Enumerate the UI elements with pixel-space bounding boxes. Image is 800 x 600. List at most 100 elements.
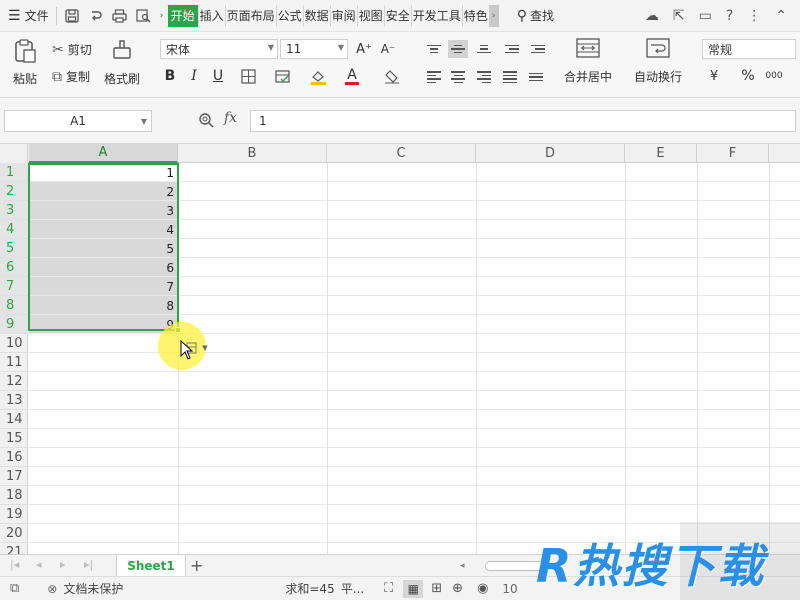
sheet-nav-next-icon[interactable]: ▸	[60, 558, 66, 571]
row-header-4[interactable]: 4	[0, 220, 28, 239]
row-header-5[interactable]: 5	[0, 239, 28, 258]
align-center-icon[interactable]	[448, 68, 468, 86]
tab-home[interactable]: 开始	[167, 4, 199, 27]
sheet-nav-last-icon[interactable]: ▸|	[84, 558, 93, 571]
align-middle-icon[interactable]	[448, 40, 468, 58]
add-sheet-button[interactable]: +	[190, 556, 203, 575]
cut-button[interactable]: ✂ 剪切	[52, 41, 92, 58]
row-header-8[interactable]: 8	[0, 296, 28, 315]
underline-button[interactable]: U	[208, 66, 228, 86]
row-header-14[interactable]: 14	[0, 410, 28, 429]
template-icon[interactable]: ▭	[699, 8, 712, 24]
zoom-formula-icon[interactable]	[198, 112, 214, 132]
select-all-corner[interactable]	[0, 144, 28, 163]
row-header-1[interactable]: 1	[0, 163, 28, 182]
row-header-10[interactable]: 10	[0, 334, 28, 353]
row-header-7[interactable]: 7	[0, 277, 28, 296]
sheet-nav-prev-icon[interactable]: ◂	[36, 558, 42, 571]
tab-developer[interactable]: 开发工具	[412, 4, 463, 27]
row-header-9[interactable]: 9	[0, 315, 28, 334]
tab-special[interactable]: 特色	[463, 5, 489, 27]
print-icon[interactable]	[110, 6, 130, 26]
tab-insert[interactable]: 插入	[199, 4, 226, 27]
collapse-ribbon-icon[interactable]: ⌃	[775, 8, 787, 24]
decrease-indent-icon[interactable]	[502, 40, 522, 58]
decrease-font-icon[interactable]: A⁻	[378, 39, 398, 59]
bold-button[interactable]: B	[160, 66, 180, 86]
increase-indent-icon[interactable]	[528, 40, 548, 58]
scroll-left-icon[interactable]: ◂	[460, 561, 465, 571]
row-header-6[interactable]: 6	[0, 258, 28, 277]
paste-button[interactable]: 粘贴	[8, 38, 42, 92]
tabs-more-icon[interactable]: ›	[488, 4, 499, 27]
column-header-f[interactable]: F	[697, 144, 769, 163]
column-header-b[interactable]: B	[178, 144, 327, 163]
page-break-view-icon[interactable]: ⊕	[452, 581, 463, 596]
row-header-20[interactable]: 20	[0, 524, 28, 543]
print-preview-icon[interactable]	[134, 6, 154, 26]
row-header-11[interactable]: 11	[0, 353, 28, 372]
justify-icon[interactable]	[500, 68, 520, 86]
font-name-select[interactable]: 宋体 ▼	[160, 39, 278, 59]
row-header-18[interactable]: 18	[0, 486, 28, 505]
align-top-icon[interactable]	[424, 40, 444, 58]
share-icon[interactable]: ⇱	[673, 8, 685, 24]
macro-record-icon[interactable]: ⧉	[10, 581, 19, 596]
formula-input[interactable]: 1	[250, 110, 796, 132]
currency-icon[interactable]: ¥	[704, 66, 724, 86]
tab-review[interactable]: 审阅	[331, 4, 358, 27]
number-format-select[interactable]: 常规	[702, 39, 796, 59]
help-icon[interactable]: ?	[726, 8, 733, 24]
wrap-text-button[interactable]: 自动换行	[634, 38, 682, 85]
row-header-15[interactable]: 15	[0, 429, 28, 448]
row-header-21[interactable]: 21	[0, 543, 28, 555]
file-menu[interactable]: ☰ 文件	[0, 5, 53, 27]
tab-page-layout[interactable]: 页面布局	[226, 4, 277, 27]
horizontal-scrollbar[interactable]: ◂	[460, 560, 580, 572]
page-layout-view-icon[interactable]: ⊞	[431, 581, 442, 596]
row-header-13[interactable]: 13	[0, 391, 28, 410]
fullscreen-icon[interactable]: ⛶	[384, 581, 393, 596]
format-painter-button[interactable]: 格式刷	[104, 38, 140, 87]
row-header-16[interactable]: 16	[0, 448, 28, 467]
more-options-icon[interactable]: ⋮	[747, 8, 761, 24]
cloud-sync-icon[interactable]: ☁	[645, 8, 659, 24]
tab-data[interactable]: 数据	[304, 4, 331, 27]
align-bottom-icon[interactable]	[474, 40, 494, 58]
row-header-12[interactable]: 12	[0, 372, 28, 391]
more-quick-access-icon[interactable]: ›	[158, 6, 166, 26]
increase-font-icon[interactable]: A⁺	[354, 39, 374, 59]
font-size-select[interactable]: 11 ▼	[280, 39, 348, 59]
save-icon[interactable]	[62, 6, 82, 26]
thousands-separator-button[interactable]: 000	[764, 66, 784, 86]
protection-status[interactable]: 文档未保护	[63, 580, 123, 597]
align-left-icon[interactable]	[424, 68, 444, 86]
column-header-a[interactable]: A	[29, 144, 178, 163]
normal-view-icon[interactable]: ▦	[403, 579, 424, 598]
insert-function-button[interactable]: fx	[224, 110, 237, 126]
row-header-2[interactable]: 2	[0, 182, 28, 201]
borders-icon[interactable]	[238, 66, 258, 86]
align-right-icon[interactable]	[474, 68, 494, 86]
percent-button[interactable]: %	[738, 66, 758, 86]
clear-format-icon[interactable]	[382, 66, 402, 86]
undo-history-icon[interactable]	[86, 6, 106, 26]
row-header-3[interactable]: 3	[0, 201, 28, 220]
italic-button[interactable]: I	[184, 66, 204, 86]
zoom-level[interactable]: 10	[502, 582, 517, 596]
fill-color-icon[interactable]	[308, 66, 328, 86]
column-header-c[interactable]: C	[327, 144, 476, 163]
column-header-d[interactable]: D	[476, 144, 625, 163]
column-header-e[interactable]: E	[625, 144, 697, 163]
eye-protection-icon[interactable]: ◉	[477, 581, 488, 596]
row-header-17[interactable]: 17	[0, 467, 28, 486]
tab-security[interactable]: 安全	[385, 4, 412, 27]
row-header-19[interactable]: 19	[0, 505, 28, 524]
scrollbar-thumb[interactable]	[484, 561, 545, 571]
copy-button[interactable]: ⧉ 复制	[52, 68, 90, 85]
spreadsheet-grid[interactable]: A B C D E F 1 2 3 4 5 6 7 8 9 10 11 12 13 14 15 16 17 18 1…	[0, 144, 800, 554]
sheet-tab-sheet1[interactable]: Sheet1	[116, 555, 186, 577]
search-button[interactable]: ⚲ 查找	[517, 7, 554, 24]
merge-center-button[interactable]: 合并居中	[564, 38, 612, 85]
sheet-nav-first-icon[interactable]: |◂	[10, 558, 19, 571]
